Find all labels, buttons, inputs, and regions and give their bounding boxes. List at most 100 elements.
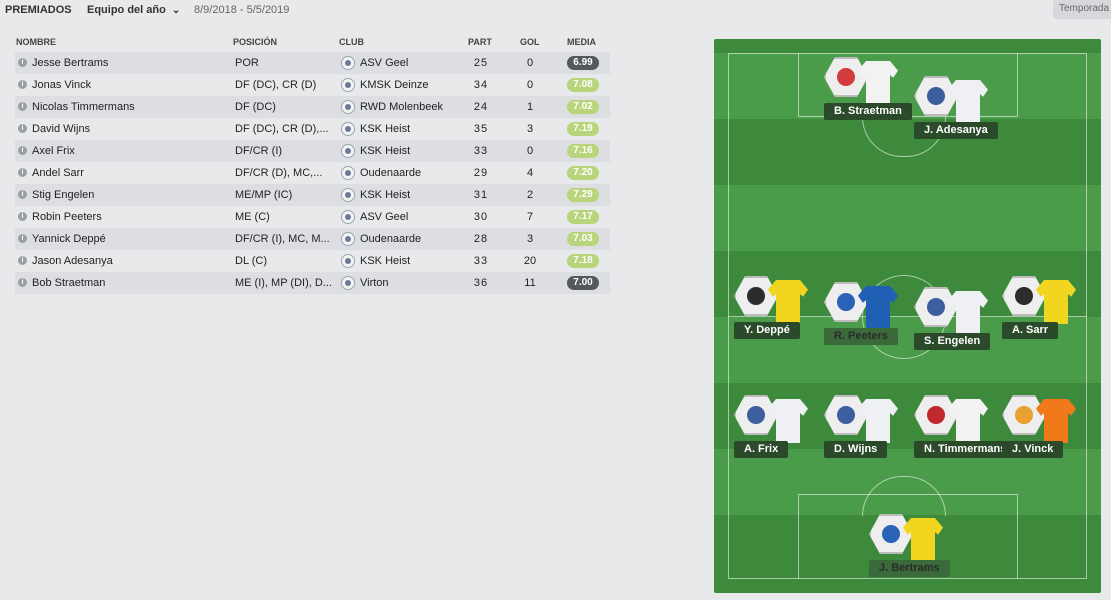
info-icon[interactable]: i (18, 212, 27, 221)
table-row[interactable]: i Robin Peeters ME (C) ASV Geel 30 7 7.17 (15, 206, 610, 228)
player-name[interactable]: Jason Adesanya (32, 255, 113, 267)
table-row[interactable]: i Axel Frix DF/CR (I) KSK Heist 33 0 7.16 (15, 140, 610, 162)
col-position[interactable]: POSICIÓN (233, 37, 277, 47)
pitch-player-label[interactable]: N. Timmermans (914, 441, 1017, 458)
col-club[interactable]: CLUB (339, 37, 364, 47)
average-rating-badge: 7.00 (567, 276, 599, 290)
goals: 0 (526, 57, 534, 69)
pitch-player-label[interactable]: Y. Deppé (734, 322, 800, 339)
appearances: 25 (473, 57, 489, 69)
club-name[interactable]: Oudenaarde (360, 167, 421, 179)
pitch-player[interactable]: J. Adesanya (914, 76, 998, 139)
info-icon[interactable]: i (18, 146, 27, 155)
average-rating-badge: 7.17 (567, 210, 599, 224)
info-icon[interactable]: i (18, 58, 27, 67)
goals: 2 (526, 189, 534, 201)
club-crest-icon (341, 56, 355, 70)
col-gol[interactable]: GOL (520, 37, 540, 47)
club-crest-icon (341, 210, 355, 224)
pitch-player-label[interactable]: J. Bertrams (869, 560, 950, 577)
player-name[interactable]: Robin Peeters (32, 211, 102, 223)
goals: 0 (526, 145, 534, 157)
pitch-player-label[interactable]: R. Peeters (824, 328, 898, 345)
season-button[interactable]: Temporada (1053, 0, 1111, 19)
club-name[interactable]: KSK Heist (360, 255, 410, 267)
table-row[interactable]: i Nicolas Timmermans DF (DC) RWD Molenbeek 2… (15, 96, 610, 118)
club-name[interactable]: Oudenaarde (360, 233, 421, 245)
club-crest-icon (734, 276, 778, 316)
club-name[interactable]: KSK Heist (360, 189, 410, 201)
club-name[interactable]: KMSK Deinze (360, 79, 428, 91)
info-icon[interactable]: i (18, 102, 27, 111)
pitch-player[interactable]: S. Engelen (914, 287, 994, 350)
player-name[interactable]: Stig Engelen (32, 189, 94, 201)
pitch-player[interactable]: N. Timmermans (914, 395, 1017, 458)
club-name[interactable]: RWD Molenbeek (360, 101, 443, 113)
appearances: 34 (473, 79, 489, 91)
info-icon[interactable]: i (18, 234, 27, 243)
club-crest-icon (341, 254, 355, 268)
award-type-dropdown[interactable]: Equipo del año ⌄ (87, 4, 180, 16)
pitch-player[interactable]: J. Vinck (1002, 395, 1082, 458)
player-position: DL (C) (235, 255, 267, 267)
appearances: 33 (473, 145, 489, 157)
pitch-player-label[interactable]: S. Engelen (914, 333, 991, 350)
info-icon[interactable]: i (18, 168, 27, 177)
table-row[interactable]: i Jesse Bertrams POR ASV Geel 25 0 6.99 (15, 52, 610, 74)
player-position: DF/CR (I), MC, M... (235, 233, 330, 245)
club-name[interactable]: KSK Heist (360, 145, 410, 157)
info-icon[interactable]: i (18, 124, 27, 133)
pitch-player-label[interactable]: J. Adesanya (914, 122, 998, 139)
pitch-player-label[interactable]: B. Straetman (824, 103, 912, 120)
club-name[interactable]: Virton (360, 277, 389, 289)
club-crest-icon (341, 100, 355, 114)
club-crest-icon (824, 395, 868, 435)
club-crest-icon (341, 122, 355, 136)
pitch-player[interactable]: Y. Deppé (734, 276, 814, 339)
average-rating-badge: 7.02 (567, 100, 599, 114)
goals: 20 (523, 255, 537, 267)
info-icon[interactable]: i (18, 256, 27, 265)
col-part[interactable]: PART (468, 37, 492, 47)
table-row[interactable]: i Jason Adesanya DL (C) KSK Heist 33 20 7.18 (15, 250, 610, 272)
player-name[interactable]: Yannick Deppé (32, 233, 106, 245)
pitch-player[interactable]: R. Peeters (824, 282, 904, 345)
club-name[interactable]: ASV Geel (360, 211, 408, 223)
player-position: POR (235, 57, 259, 69)
pitch-player[interactable]: D. Wijns (824, 395, 904, 458)
pitch-player[interactable]: B. Straetman (824, 57, 912, 120)
club-name[interactable]: KSK Heist (360, 123, 410, 135)
pitch-player[interactable]: A. Sarr (1002, 276, 1082, 339)
player-name[interactable]: Andel Sarr (32, 167, 84, 179)
player-position: ME/MP (IC) (235, 189, 293, 201)
average-rating-badge: 7.29 (567, 188, 599, 202)
info-icon[interactable]: i (18, 190, 27, 199)
player-name[interactable]: Nicolas Timmermans (32, 101, 135, 113)
pitch-player-label[interactable]: A. Frix (734, 441, 789, 458)
pitch-player-label[interactable]: A. Sarr (1002, 322, 1059, 339)
player-name[interactable]: Bob Straetman (32, 277, 105, 289)
table-row[interactable]: i David Wijns DF (DC), CR (D),... KSK Heist… (15, 118, 610, 140)
player-name[interactable]: Jonas Vinck (32, 79, 91, 91)
table-row[interactable]: i Jonas Vinck DF (DC), CR (D) KMSK Deinze 34… (15, 74, 610, 96)
table-row[interactable]: i Andel Sarr DF/CR (D), MC,... Oudenaarde 29… (15, 162, 610, 184)
table-row[interactable]: i Stig Engelen ME/MP (IC) KSK Heist 31 2 7.29 (15, 184, 610, 206)
pitch-player-label[interactable]: J. Vinck (1002, 441, 1064, 458)
info-icon[interactable]: i (18, 278, 27, 287)
col-media[interactable]: MEDIA (567, 37, 596, 47)
pitch-player-label[interactable]: D. Wijns (824, 441, 888, 458)
player-name[interactable]: David Wijns (32, 123, 90, 135)
club-crest-icon (341, 78, 355, 92)
player-name[interactable]: Axel Frix (32, 145, 75, 157)
club-crest-icon (341, 276, 355, 290)
col-name[interactable]: NOMBRE (16, 37, 56, 47)
table-row[interactable]: i Yannick Deppé DF/CR (I), MC, M... Oudenaa… (15, 228, 610, 250)
player-name[interactable]: Jesse Bertrams (32, 57, 108, 69)
average-rating-badge: 7.20 (567, 166, 599, 180)
info-icon[interactable]: i (18, 80, 27, 89)
table-row[interactable]: i Bob Straetman ME (I), MP (DI), D... Virto… (15, 272, 610, 294)
pitch-player[interactable]: A. Frix (734, 395, 814, 458)
club-name[interactable]: ASV Geel (360, 57, 408, 69)
pitch-player[interactable]: J. Bertrams (869, 514, 950, 577)
average-rating-badge: 7.08 (567, 78, 599, 92)
